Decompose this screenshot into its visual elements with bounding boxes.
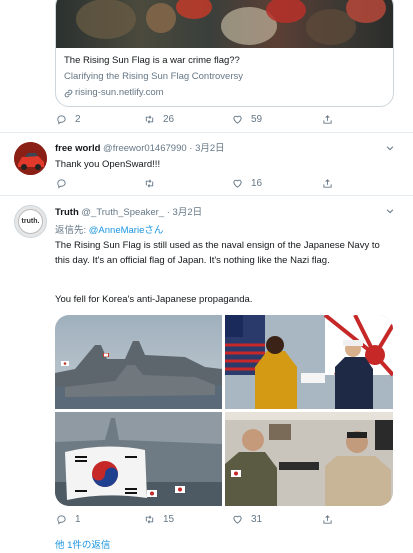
like-button[interactable]: 16 — [232, 178, 322, 189]
reply-button[interactable]: 1 — [56, 514, 144, 525]
share-icon — [323, 515, 332, 524]
show-more-replies-link[interactable]: 他 1件の返信 — [55, 537, 110, 551]
heart-icon — [233, 515, 242, 524]
truth-logo: truth. — [18, 209, 43, 234]
media-photo-2[interactable] — [225, 315, 393, 409]
tweet-3-header: Truth @_Truth_Speaker_ · 3月2日 — [55, 206, 202, 219]
ceremony-photo — [225, 315, 393, 409]
tweet-1-actions: 2 26 59 — [56, 114, 333, 125]
media-photo-1[interactable] — [55, 315, 222, 409]
card-description: Clarifying the Rising Sun Flag Controver… — [64, 71, 243, 82]
card-image — [56, 0, 393, 48]
like-count: 31 — [251, 514, 263, 525]
tweet-3-actions: 1 15 31 — [56, 514, 333, 525]
avatar[interactable]: truth. — [14, 205, 47, 238]
retweet-button[interactable]: 26 — [144, 114, 232, 125]
display-name[interactable]: Truth — [55, 207, 79, 218]
card-domain: rising-sun.netlify.com — [75, 87, 164, 98]
retweet-button[interactable] — [144, 178, 232, 189]
tweet-2[interactable]: free world @freewor01467990 · 3月2日 Thank… — [0, 133, 413, 196]
tweet-text: Thank you OpenSward!!! — [55, 159, 161, 170]
retweet-button[interactable]: 15 — [144, 514, 232, 525]
share-icon — [323, 115, 332, 124]
share-button[interactable] — [322, 514, 333, 525]
tweet-3[interactable]: truth. Truth @_Truth_Speaker_ · 3月2日 返信先… — [0, 196, 413, 553]
reply-icon — [57, 115, 66, 125]
like-count: 16 — [251, 178, 263, 189]
like-button[interactable]: 31 — [232, 514, 322, 525]
handle[interactable]: @freewor01467990 — [103, 143, 187, 154]
reply-prefix: 返信先: — [55, 225, 89, 236]
like-button[interactable]: 59 — [232, 114, 322, 125]
tweet-date[interactable]: 3月2日 — [173, 207, 203, 218]
tweet-2-header: free world @freewor01467990 · 3月2日 — [55, 142, 225, 155]
reply-count: 1 — [75, 514, 81, 525]
display-name[interactable]: free world — [55, 143, 100, 154]
tweet-2-actions: 16 — [56, 178, 333, 189]
car-avatar-icon — [14, 142, 47, 175]
chevron-down-icon[interactable] — [385, 206, 395, 216]
warships-photo — [55, 315, 222, 409]
avatar[interactable] — [14, 142, 47, 175]
heart-icon — [233, 115, 242, 124]
retweet-icon — [145, 115, 154, 124]
reply-icon — [57, 515, 66, 525]
share-button[interactable] — [322, 178, 333, 189]
tweet-text-p1: The Rising Sun Flag is still used as the… — [55, 240, 380, 266]
tweet-1[interactable]: The Rising Sun Flag is a war crime flag?… — [0, 0, 413, 133]
reply-button[interactable]: 2 — [56, 114, 144, 125]
tweet-date[interactable]: 3月2日 — [195, 143, 225, 154]
reply-mention[interactable]: @AnneMarieさん — [89, 225, 164, 236]
card-title: The Rising Sun Flag is a war crime flag?… — [64, 55, 240, 66]
retweet-icon — [145, 179, 154, 188]
reply-to: 返信先: @AnneMarieさん — [55, 222, 163, 236]
tweet-text-p2: You fell for Korea's anti-Japanese propa… — [55, 294, 253, 305]
media-photo-3[interactable] — [55, 412, 222, 506]
retweet-count: 26 — [163, 114, 175, 125]
retweet-count: 15 — [163, 514, 175, 525]
chevron-down-icon[interactable] — [385, 143, 395, 153]
media-grid — [55, 315, 393, 506]
heart-icon — [233, 179, 242, 188]
share-icon — [323, 179, 332, 188]
retweet-icon — [145, 515, 154, 524]
korean-flag-photo — [55, 412, 222, 506]
officers-photo — [225, 412, 393, 506]
media-photo-4[interactable] — [225, 412, 393, 506]
separator: · — [166, 207, 170, 218]
link-card[interactable]: The Rising Sun Flag is a war crime flag?… — [55, 0, 394, 107]
reply-button[interactable] — [56, 178, 144, 189]
reply-icon — [57, 179, 66, 189]
separator: · — [189, 143, 193, 154]
handle[interactable]: @_Truth_Speaker_ — [81, 207, 164, 218]
reply-count: 2 — [75, 114, 81, 125]
share-button[interactable] — [322, 114, 333, 125]
like-count: 59 — [251, 114, 263, 125]
link-icon — [64, 89, 73, 97]
